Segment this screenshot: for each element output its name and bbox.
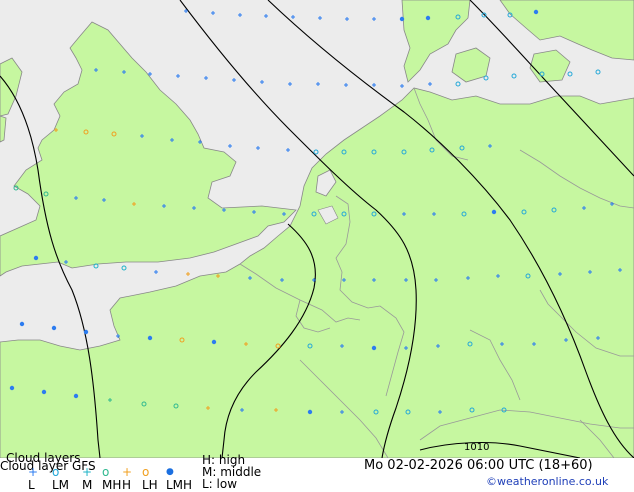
cloud-marker-dot (83, 329, 89, 335)
legend-symbol-h: + (122, 465, 133, 479)
cloud-marker-dot (491, 209, 497, 215)
cloud-marker-dot (211, 339, 217, 345)
legend-code-m: M (82, 478, 93, 492)
legend-code-lm: LM (52, 478, 70, 492)
cloud-marker-dot (19, 321, 25, 327)
weather-map (0, 0, 634, 458)
legend-symbol-l: + (28, 465, 39, 479)
cloud-marker-dot (41, 389, 47, 395)
cloud-marker-dot (51, 325, 57, 331)
legend-symbol-lh: o (142, 465, 150, 479)
cloud-marker-dot (399, 16, 405, 22)
cloud-marker-dot (533, 9, 539, 15)
cloud-marker-dot (371, 345, 377, 351)
legend-code-l: L (28, 478, 35, 492)
legend-code-h: H (122, 478, 132, 492)
cloud-marker-dot (73, 393, 79, 399)
legend-symbol-mh: o (102, 465, 110, 479)
isobar-label: 1010 (464, 442, 490, 453)
legend-code-lh: LH (142, 478, 158, 492)
cloud-marker-dot (425, 15, 431, 21)
cloud-marker-dot (33, 255, 39, 261)
legend-symbol-lm: o (52, 465, 60, 479)
legend-symbol-m: + (82, 465, 93, 479)
legend-code-lmh: LMH (166, 478, 193, 492)
cloud-marker-dot (9, 385, 15, 391)
legend-symbol-lmh: ● (166, 467, 174, 477)
cloud-marker-dot (147, 335, 153, 341)
cloud-marker-dot (307, 409, 313, 415)
credit-link[interactable]: ©weatheronline.co.uk (486, 476, 608, 488)
datetime-label: Mo 02-02-2026 06:00 UTC (18+60) (364, 458, 593, 473)
footer: Cloud layers Cloud layer GFS + Lo LM + Mo MH +… (0, 452, 634, 492)
legend-code-mh: MH (102, 478, 122, 492)
legend-low: L: low (202, 477, 238, 491)
